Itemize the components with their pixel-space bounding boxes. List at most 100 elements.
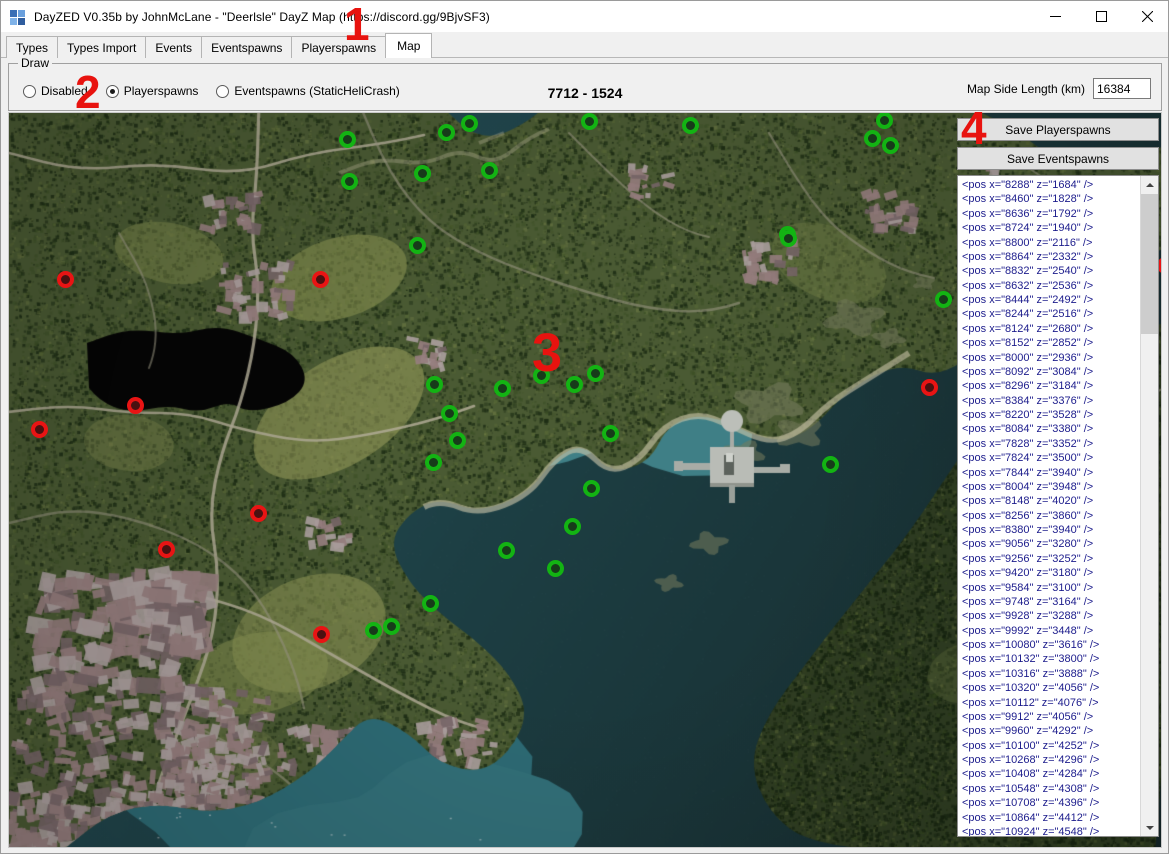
playerspawn-marker[interactable]: [438, 124, 455, 141]
playerspawn-marker[interactable]: [587, 365, 604, 382]
tab-events[interactable]: Events: [145, 36, 203, 58]
spawn-list-item[interactable]: <pos x="8444" z="2492" />: [962, 293, 1140, 307]
playerspawn-marker[interactable]: [426, 376, 443, 393]
playerspawn-marker[interactable]: [682, 117, 699, 134]
spawn-list-item[interactable]: <pos x="10924" z="4548" />: [962, 825, 1140, 836]
spawn-list-item[interactable]: <pos x="9928" z="3288" />: [962, 609, 1140, 623]
spawn-list-scrollbar[interactable]: [1140, 176, 1158, 836]
playerspawn-marker[interactable]: [494, 380, 511, 397]
save-eventspawns-button[interactable]: Save Eventspawns: [957, 147, 1159, 170]
eventspawn-marker[interactable]: [31, 421, 48, 438]
playerspawn-marker[interactable]: [876, 113, 893, 129]
eventspawn-marker[interactable]: [250, 505, 267, 522]
scroll-down-button[interactable]: [1141, 819, 1158, 836]
playerspawn-marker[interactable]: [422, 595, 439, 612]
playerspawn-marker[interactable]: [449, 432, 466, 449]
spawn-list-item[interactable]: <pos x="9748" z="3164" />: [962, 595, 1140, 609]
spawn-list-item[interactable]: <pos x="8220" z="3528" />: [962, 408, 1140, 422]
playerspawn-marker[interactable]: [414, 165, 431, 182]
eventspawn-marker[interactable]: [312, 271, 329, 288]
spawn-list-item[interactable]: <pos x="10708" z="4396" />: [962, 796, 1140, 810]
eventspawn-marker[interactable]: [158, 541, 175, 558]
spawn-list-item[interactable]: <pos x="9912" z="4056" />: [962, 710, 1140, 724]
spawn-list-item[interactable]: <pos x="9992" z="3448" />: [962, 624, 1140, 638]
spawn-list-item[interactable]: <pos x="8384" z="3376" />: [962, 394, 1140, 408]
tab-eventspawns[interactable]: Eventspawns: [201, 36, 293, 58]
playerspawn-marker[interactable]: [581, 113, 598, 130]
playerspawn-marker[interactable]: [498, 542, 515, 559]
spawn-list-item[interactable]: <pos x="8296" z="3184" />: [962, 379, 1140, 393]
spawn-list-item[interactable]: <pos x="8000" z="2936" />: [962, 351, 1140, 365]
playerspawn-marker[interactable]: [425, 454, 442, 471]
spawn-list-item[interactable]: <pos x="7824" z="3500" />: [962, 451, 1140, 465]
spawn-list-item[interactable]: <pos x="8148" z="4020" />: [962, 494, 1140, 508]
spawn-list-item[interactable]: <pos x="8244" z="2516" />: [962, 307, 1140, 321]
playerspawn-marker[interactable]: [339, 131, 356, 148]
scrollbar-thumb[interactable]: [1141, 194, 1158, 334]
tab-map[interactable]: Map: [385, 33, 433, 58]
playerspawn-marker[interactable]: [583, 480, 600, 497]
tab-playerspawns[interactable]: Playerspawns: [291, 36, 387, 58]
spawn-list-item[interactable]: <pos x="10316" z="3888" />: [962, 667, 1140, 681]
map-side-length-input[interactable]: [1093, 78, 1151, 99]
save-playerspawns-button[interactable]: Save Playerspawns: [957, 118, 1159, 141]
minimize-button[interactable]: [1032, 1, 1078, 32]
spawn-list-item[interactable]: <pos x="8256" z="3860" />: [962, 509, 1140, 523]
spawn-list-item[interactable]: <pos x="10548" z="4308" />: [962, 782, 1140, 796]
spawn-list-item[interactable]: <pos x="8724" z="1940" />: [962, 221, 1140, 235]
maximize-button[interactable]: [1078, 1, 1124, 32]
spawn-list-item[interactable]: <pos x="10080" z="3616" />: [962, 638, 1140, 652]
playerspawn-marker[interactable]: [822, 456, 839, 473]
playerspawn-marker[interactable]: [547, 560, 564, 577]
spawn-list-item[interactable]: <pos x="10864" z="4412" />: [962, 811, 1140, 825]
spawn-list-item[interactable]: <pos x="8288" z="1684" />: [962, 178, 1140, 192]
spawn-list-item[interactable]: <pos x="8800" z="2116" />: [962, 236, 1140, 250]
spawn-list-item[interactable]: <pos x="9584" z="3100" />: [962, 581, 1140, 595]
playerspawn-marker[interactable]: [409, 237, 426, 254]
close-button[interactable]: [1124, 1, 1168, 32]
playerspawn-marker[interactable]: [780, 230, 797, 247]
spawn-list-item[interactable]: <pos x="8084" z="3380" />: [962, 422, 1140, 436]
spawn-list-item[interactable]: <pos x="8636" z="1792" />: [962, 207, 1140, 221]
spawn-list-item[interactable]: <pos x="10112" z="4076" />: [962, 696, 1140, 710]
playerspawn-marker[interactable]: [564, 518, 581, 535]
playerspawn-marker[interactable]: [481, 162, 498, 179]
spawn-list-item[interactable]: <pos x="7844" z="3940" />: [962, 466, 1140, 480]
tab-types-import[interactable]: Types Import: [57, 36, 147, 58]
radio-eventspawns[interactable]: Eventspawns (StaticHeliCrash): [216, 84, 400, 98]
spawn-list-item[interactable]: <pos x="8460" z="1828" />: [962, 192, 1140, 206]
eventspawn-marker[interactable]: [127, 397, 144, 414]
spawn-list-item[interactable]: <pos x="10132" z="3800" />: [962, 652, 1140, 666]
spawn-list-item[interactable]: <pos x="9420" z="3180" />: [962, 566, 1140, 580]
spawn-list-item[interactable]: <pos x="8092" z="3084" />: [962, 365, 1140, 379]
playerspawn-marker[interactable]: [533, 367, 550, 384]
spawn-list-item[interactable]: <pos x="10320" z="4056" />: [962, 681, 1140, 695]
spawn-list-item[interactable]: <pos x="9960" z="4292" />: [962, 724, 1140, 738]
tab-types[interactable]: Types: [6, 36, 59, 58]
spawn-list-box[interactable]: <pos x="8288" z="1684" /> <pos x="8460" z…: [957, 175, 1159, 837]
playerspawn-marker[interactable]: [864, 130, 881, 147]
spawn-list-item[interactable]: <pos x="10408" z="4284" />: [962, 767, 1140, 781]
radio-playerspawns[interactable]: Playerspawns: [105, 84, 198, 98]
playerspawn-marker[interactable]: [383, 618, 400, 635]
spawn-list-item[interactable]: <pos x="9056" z="3280" />: [962, 537, 1140, 551]
spawn-list-item[interactable]: <pos x="7828" z="3352" />: [962, 437, 1140, 451]
spawn-list-item[interactable]: <pos x="8864" z="2332" />: [962, 250, 1140, 264]
playerspawn-marker[interactable]: [461, 115, 478, 132]
spawn-list-item[interactable]: <pos x="9256" z="3252" />: [962, 552, 1140, 566]
playerspawn-marker[interactable]: [935, 291, 952, 308]
scroll-up-button[interactable]: [1141, 176, 1158, 193]
playerspawn-marker[interactable]: [566, 376, 583, 393]
playerspawn-marker[interactable]: [882, 137, 899, 154]
playerspawn-marker[interactable]: [341, 173, 358, 190]
spawn-list-item[interactable]: <pos x="8380" z="3940" />: [962, 523, 1140, 537]
eventspawn-marker[interactable]: [313, 626, 330, 643]
spawn-list-item[interactable]: <pos x="10268" z="4296" />: [962, 753, 1140, 767]
eventspawn-marker[interactable]: [57, 271, 74, 288]
radio-disabled[interactable]: Disabled: [23, 84, 88, 98]
playerspawn-marker[interactable]: [365, 622, 382, 639]
spawn-list-item[interactable]: <pos x="8152" z="2852" />: [962, 336, 1140, 350]
spawn-list-item[interactable]: <pos x="8832" z="2540" />: [962, 264, 1140, 278]
playerspawn-marker[interactable]: [441, 405, 458, 422]
spawn-list-item[interactable]: <pos x="8124" z="2680" />: [962, 322, 1140, 336]
